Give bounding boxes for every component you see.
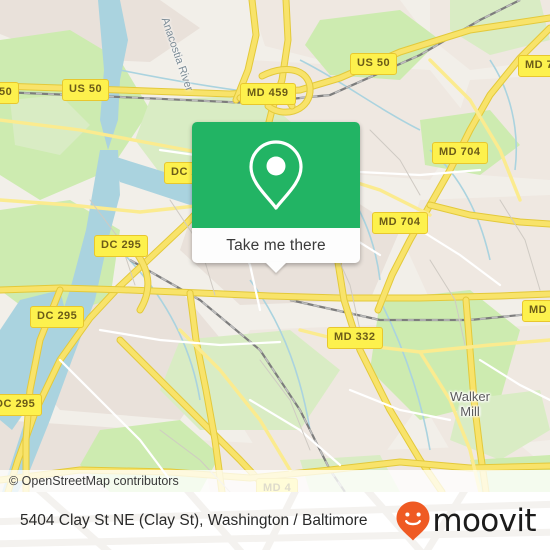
road-shield-us-50-west: US 50 bbox=[62, 79, 110, 101]
road-shield-dc-295-middle: DC 295 bbox=[30, 306, 85, 328]
road-shield-us-50-edge-left: 50 bbox=[0, 82, 20, 104]
location-callout-card[interactable]: Take me there bbox=[192, 122, 360, 273]
road-shield-dc-295-upper: DC 295 bbox=[94, 235, 149, 257]
footer-address-text: 5404 Clay St NE (Clay St), Washington / … bbox=[20, 512, 368, 529]
moovit-wordmark: moovit bbox=[432, 502, 536, 539]
openstreetmap-attribution[interactable]: © OpenStreetMap contributors bbox=[0, 474, 179, 488]
moovit-logo[interactable]: moovit bbox=[396, 501, 537, 541]
road-shield-md-332: MD 332 bbox=[327, 327, 383, 349]
map-attribution-bar: © OpenStreetMap contributors bbox=[0, 470, 550, 492]
road-shield-md-459: MD 459 bbox=[240, 83, 296, 105]
footer-bar: 5404 Clay St NE (Clay St), Washington / … bbox=[0, 492, 550, 550]
take-me-there-button[interactable]: Take me there bbox=[192, 228, 360, 273]
road-shield-md-704-south: MD 704 bbox=[372, 212, 428, 234]
moovit-smiley-pin-icon bbox=[396, 501, 430, 541]
road-shield-md-704-edge: MD 704 bbox=[518, 55, 550, 77]
callout-pin-area bbox=[192, 122, 360, 228]
road-shield-us-50-east: US 50 bbox=[350, 53, 398, 75]
road-shield-md-704-north: MD 704 bbox=[432, 142, 488, 164]
map-pin-icon bbox=[249, 140, 303, 210]
take-me-there-label: Take me there bbox=[226, 236, 326, 254]
moovit-map-screenshot: .park { fill:#cdebb0; } .park2 { fill:#d… bbox=[0, 0, 550, 550]
road-shield-dc-295-lower: DC 295 bbox=[0, 394, 43, 416]
road-shield-md-2-clipped: MD 2 bbox=[522, 300, 550, 322]
callout-tail-arrow bbox=[265, 262, 287, 273]
